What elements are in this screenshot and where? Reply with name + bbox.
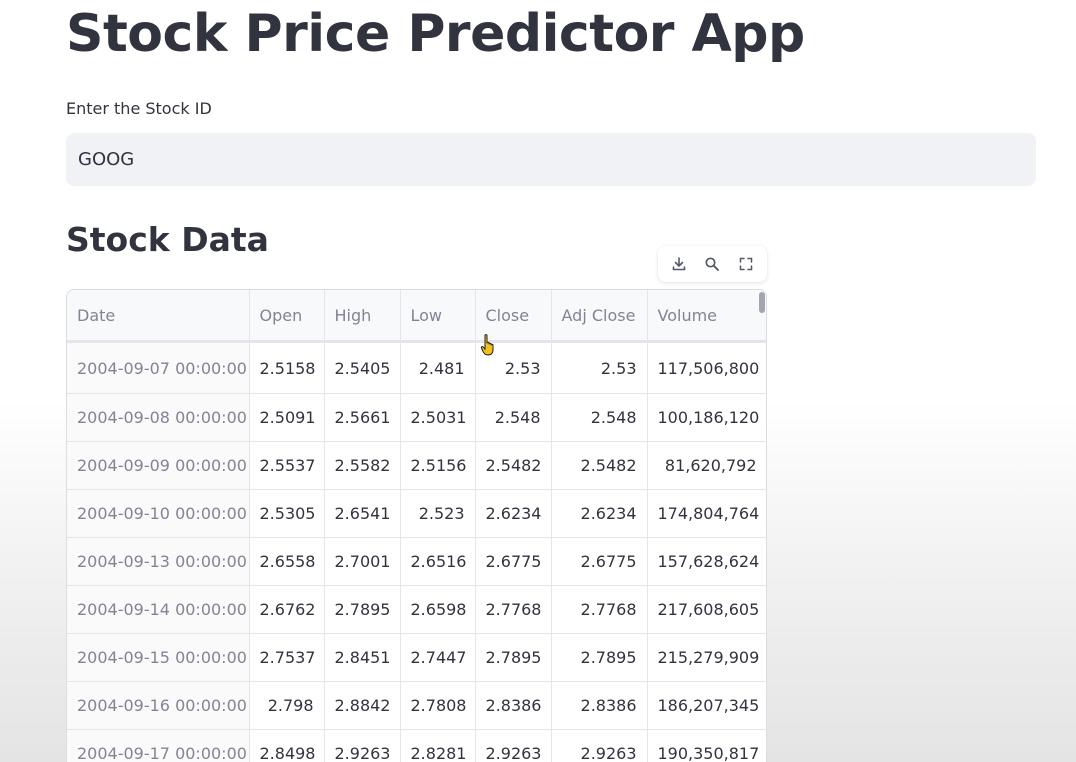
stock-id-label: Enter the Stock ID — [66, 99, 212, 118]
table-scrollbar-thumb[interactable] — [759, 292, 765, 313]
high-cell[interactable]: 2.5661 — [324, 393, 401, 442]
high-cell[interactable]: 2.8451 — [324, 633, 401, 682]
table-row: 2004-09-13 00:00:00 2.6558 2.7001 2.6516… — [67, 537, 766, 586]
table-row: 2004-09-14 00:00:00 2.6762 2.7895 2.6598… — [67, 585, 766, 634]
app-page: Stock Price Predictor App Enter the Stoc… — [0, 0, 1076, 762]
dataframe-toolbar — [658, 246, 767, 282]
adj-close-cell[interactable]: 2.5482 — [551, 441, 648, 490]
page-title: Stock Price Predictor App — [66, 4, 805, 64]
table-header-row: Date Open High Low Close Adj Close Volum… — [67, 290, 766, 343]
adj-close-cell[interactable]: 2.7768 — [551, 585, 648, 634]
date-cell[interactable]: 2004-09-14 00:00:00 — [67, 585, 250, 634]
open-cell[interactable]: 2.8498 — [249, 729, 325, 762]
high-cell[interactable]: 2.7001 — [324, 537, 401, 586]
table-row: 2004-09-07 00:00:00 2.5158 2.5405 2.481 … — [67, 341, 766, 394]
low-cell[interactable]: 2.8281 — [400, 729, 476, 762]
column-header-adj-close[interactable]: Adj Close — [551, 290, 648, 343]
close-cell[interactable]: 2.8386 — [475, 681, 552, 730]
date-cell[interactable]: 2004-09-13 00:00:00 — [67, 537, 250, 586]
column-header-open[interactable]: Open — [249, 290, 325, 343]
low-cell[interactable]: 2.6598 — [400, 585, 476, 634]
table-row: 2004-09-17 00:00:00 2.8498 2.9263 2.8281… — [67, 729, 766, 762]
high-cell[interactable]: 2.7895 — [324, 585, 401, 634]
open-cell[interactable]: 2.5537 — [249, 441, 325, 490]
high-cell[interactable]: 2.8842 — [324, 681, 401, 730]
close-cell[interactable]: 2.548 — [475, 393, 552, 442]
close-cell[interactable]: 2.6234 — [475, 489, 552, 538]
date-cell[interactable]: 2004-09-07 00:00:00 — [67, 341, 250, 394]
volume-cell[interactable]: 215,279,909 — [647, 633, 766, 682]
date-cell[interactable]: 2004-09-09 00:00:00 — [67, 441, 250, 490]
date-cell[interactable]: 2004-09-08 00:00:00 — [67, 393, 250, 442]
table-row: 2004-09-10 00:00:00 2.5305 2.6541 2.523 … — [67, 489, 766, 538]
stock-data-heading: Stock Data — [66, 220, 269, 259]
fullscreen-icon[interactable] — [732, 250, 760, 278]
column-header-date[interactable]: Date — [67, 290, 250, 343]
stock-id-input[interactable] — [66, 133, 1036, 186]
volume-cell[interactable]: 117,506,800 — [647, 341, 766, 394]
volume-cell[interactable]: 81,620,792 — [647, 441, 766, 490]
column-header-low[interactable]: Low — [400, 290, 476, 343]
close-cell[interactable]: 2.6775 — [475, 537, 552, 586]
search-icon[interactable] — [698, 250, 726, 278]
open-cell[interactable]: 2.5158 — [249, 341, 325, 394]
low-cell[interactable]: 2.523 — [400, 489, 476, 538]
open-cell[interactable]: 2.5091 — [249, 393, 325, 442]
column-header-volume[interactable]: Volume — [647, 290, 766, 343]
adj-close-cell[interactable]: 2.53 — [551, 341, 648, 394]
volume-cell[interactable]: 100,186,120 — [647, 393, 766, 442]
open-cell[interactable]: 2.6558 — [249, 537, 325, 586]
volume-cell[interactable]: 190,350,817 — [647, 729, 766, 762]
low-cell[interactable]: 2.481 — [400, 341, 476, 394]
open-cell[interactable]: 2.6762 — [249, 585, 325, 634]
adj-close-cell[interactable]: 2.7895 — [551, 633, 648, 682]
high-cell[interactable]: 2.6541 — [324, 489, 401, 538]
close-cell[interactable]: 2.5482 — [475, 441, 552, 490]
low-cell[interactable]: 2.5156 — [400, 441, 476, 490]
adj-close-cell[interactable]: 2.6234 — [551, 489, 648, 538]
volume-cell[interactable]: 157,628,624 — [647, 537, 766, 586]
volume-cell[interactable]: 217,608,605 — [647, 585, 766, 634]
volume-cell[interactable]: 174,804,764 — [647, 489, 766, 538]
table-row: 2004-09-09 00:00:00 2.5537 2.5582 2.5156… — [67, 441, 766, 490]
volume-cell[interactable]: 186,207,345 — [647, 681, 766, 730]
adj-close-cell[interactable]: 2.6775 — [551, 537, 648, 586]
high-cell[interactable]: 2.9263 — [324, 729, 401, 762]
open-cell[interactable]: 2.5305 — [249, 489, 325, 538]
close-cell[interactable]: 2.7768 — [475, 585, 552, 634]
column-header-high[interactable]: High — [324, 290, 401, 343]
adj-close-cell[interactable]: 2.548 — [551, 393, 648, 442]
date-cell[interactable]: 2004-09-15 00:00:00 — [67, 633, 250, 682]
stock-data-table[interactable]: Date Open High Low Close Adj Close Volum… — [66, 289, 767, 762]
open-cell[interactable]: 2.798 — [249, 681, 325, 730]
open-cell[interactable]: 2.7537 — [249, 633, 325, 682]
download-icon[interactable] — [665, 250, 693, 278]
close-cell[interactable]: 2.9263 — [475, 729, 552, 762]
high-cell[interactable]: 2.5405 — [324, 341, 401, 394]
hand-cursor-icon — [480, 334, 494, 356]
date-cell[interactable]: 2004-09-17 00:00:00 — [67, 729, 250, 762]
low-cell[interactable]: 2.5031 — [400, 393, 476, 442]
table-row: 2004-09-15 00:00:00 2.7537 2.8451 2.7447… — [67, 633, 766, 682]
date-cell[interactable]: 2004-09-10 00:00:00 — [67, 489, 250, 538]
table-row: 2004-09-08 00:00:00 2.5091 2.5661 2.5031… — [67, 393, 766, 442]
adj-close-cell[interactable]: 2.9263 — [551, 729, 648, 762]
high-cell[interactable]: 2.5582 — [324, 441, 401, 490]
low-cell[interactable]: 2.7447 — [400, 633, 476, 682]
table-row: 2004-09-16 00:00:00 2.798 2.8842 2.7808 … — [67, 681, 766, 730]
low-cell[interactable]: 2.6516 — [400, 537, 476, 586]
low-cell[interactable]: 2.7808 — [400, 681, 476, 730]
adj-close-cell[interactable]: 2.8386 — [551, 681, 648, 730]
date-cell[interactable]: 2004-09-16 00:00:00 — [67, 681, 250, 730]
close-cell[interactable]: 2.7895 — [475, 633, 552, 682]
